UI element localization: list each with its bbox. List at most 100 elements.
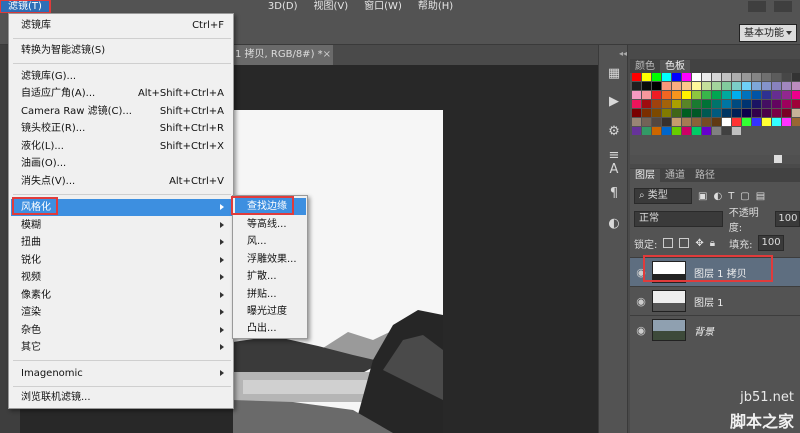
menu-item-blur[interactable]: 模糊 bbox=[11, 217, 232, 234]
color-swatch[interactable] bbox=[692, 82, 701, 90]
submenu-item-extrude[interactable]: 凸出... bbox=[235, 320, 306, 337]
menu-filter[interactable]: 滤镜(T) bbox=[0, 0, 51, 14]
color-swatch[interactable] bbox=[712, 82, 721, 90]
color-swatch[interactable] bbox=[672, 91, 681, 99]
blend-mode-select[interactable]: 正常 bbox=[634, 211, 723, 227]
color-swatch[interactable] bbox=[672, 73, 681, 81]
color-swatch[interactable] bbox=[642, 91, 651, 99]
menu-item-filter-gallery[interactable]: 滤镜库(G)... bbox=[11, 68, 232, 85]
menu-item-camera-raw[interactable]: Camera Raw 滤镜(C)... Shift+Ctrl+A bbox=[11, 103, 232, 120]
color-swatch[interactable] bbox=[762, 109, 771, 117]
adjustment-filter-icon[interactable]: ◐ bbox=[713, 191, 722, 202]
menu-item-video[interactable]: 视频 bbox=[11, 269, 232, 286]
color-swatch[interactable] bbox=[732, 100, 741, 108]
menu-item-lens-correction[interactable]: 镜头校正(R)... Shift+Ctrl+R bbox=[11, 120, 232, 137]
color-swatch[interactable] bbox=[752, 82, 761, 90]
color-swatch[interactable] bbox=[742, 73, 751, 81]
color-swatch[interactable] bbox=[772, 109, 781, 117]
color-swatch[interactable] bbox=[772, 73, 781, 81]
color-swatch[interactable] bbox=[722, 109, 731, 117]
color-swatch[interactable] bbox=[632, 91, 641, 99]
menu-item-sharpen[interactable]: 锐化 bbox=[11, 252, 232, 269]
color-swatch[interactable] bbox=[722, 73, 731, 81]
color-swatch[interactable] bbox=[692, 91, 701, 99]
color-swatch[interactable] bbox=[652, 118, 661, 126]
menu-3d[interactable]: 3D(D) bbox=[260, 0, 306, 13]
color-swatch[interactable] bbox=[722, 100, 731, 108]
color-swatch[interactable] bbox=[662, 73, 671, 81]
color-swatch[interactable] bbox=[702, 109, 711, 117]
color-swatch[interactable] bbox=[732, 82, 741, 90]
fill-input[interactable]: 100 bbox=[758, 235, 785, 251]
color-swatch[interactable] bbox=[732, 118, 741, 126]
color-swatch[interactable] bbox=[732, 73, 741, 81]
color-swatch[interactable] bbox=[662, 109, 671, 117]
color-swatch[interactable] bbox=[672, 109, 681, 117]
color-swatch[interactable] bbox=[692, 127, 701, 135]
color-swatch[interactable] bbox=[712, 109, 721, 117]
color-swatch[interactable] bbox=[752, 100, 761, 108]
tab-channels[interactable]: 通道 bbox=[660, 169, 690, 182]
workspace-select[interactable]: 基本功能 bbox=[739, 24, 797, 42]
color-swatch[interactable] bbox=[632, 127, 641, 135]
color-swatch[interactable] bbox=[732, 127, 741, 135]
properties-icon[interactable]: ⚙ bbox=[603, 121, 625, 141]
character-icon[interactable]: A bbox=[603, 159, 625, 179]
menu-view[interactable]: 视图(V) bbox=[306, 0, 357, 13]
color-swatch[interactable] bbox=[662, 127, 671, 135]
clone-source-icon[interactable]: ◐ bbox=[603, 213, 625, 233]
color-swatch[interactable] bbox=[752, 109, 761, 117]
color-swatch[interactable] bbox=[652, 82, 661, 90]
color-swatch[interactable] bbox=[762, 118, 771, 126]
eye-icon[interactable]: ◉ bbox=[630, 324, 652, 337]
color-swatch[interactable] bbox=[682, 118, 691, 126]
new-swatch-icon[interactable] bbox=[774, 155, 782, 163]
color-swatch[interactable] bbox=[652, 73, 661, 81]
color-swatch[interactable] bbox=[742, 109, 751, 117]
color-swatch[interactable] bbox=[702, 127, 711, 135]
color-swatch[interactable] bbox=[712, 91, 721, 99]
color-swatch[interactable] bbox=[652, 109, 661, 117]
play-icon[interactable]: ▶ bbox=[603, 91, 625, 111]
color-swatch[interactable] bbox=[712, 73, 721, 81]
color-swatch[interactable] bbox=[682, 73, 691, 81]
layer-row[interactable]: ◉ 图层 1 bbox=[630, 286, 800, 315]
color-swatch[interactable] bbox=[682, 82, 691, 90]
color-swatch[interactable] bbox=[692, 73, 701, 81]
color-swatch[interactable] bbox=[792, 100, 800, 108]
menu-item-filter-gallery-last[interactable]: 滤镜库 Ctrl+F bbox=[11, 17, 232, 34]
lock-transparency-icon[interactable] bbox=[663, 238, 674, 248]
color-swatch[interactable] bbox=[712, 127, 721, 135]
color-swatch[interactable] bbox=[652, 100, 661, 108]
tab-paths[interactable]: 路径 bbox=[690, 169, 720, 182]
minimize-button[interactable] bbox=[748, 1, 766, 12]
menu-item-imagenomic[interactable]: Imagenomic bbox=[11, 365, 232, 382]
color-swatch[interactable] bbox=[692, 118, 701, 126]
color-swatch[interactable] bbox=[702, 100, 711, 108]
color-swatch[interactable] bbox=[762, 73, 771, 81]
color-swatch[interactable] bbox=[702, 118, 711, 126]
color-swatch[interactable] bbox=[742, 118, 751, 126]
color-swatch[interactable] bbox=[642, 100, 651, 108]
color-swatch[interactable] bbox=[752, 91, 761, 99]
color-swatch[interactable] bbox=[782, 118, 791, 126]
color-swatch[interactable] bbox=[782, 73, 791, 81]
color-swatch[interactable] bbox=[772, 82, 781, 90]
submenu-item-emboss[interactable]: 浮雕效果... bbox=[235, 251, 306, 268]
color-swatch[interactable] bbox=[792, 118, 800, 126]
menu-item-render[interactable]: 渲染 bbox=[11, 304, 232, 321]
maximize-button[interactable] bbox=[774, 1, 792, 12]
color-swatch[interactable] bbox=[652, 127, 661, 135]
color-swatch[interactable] bbox=[732, 91, 741, 99]
color-swatch[interactable] bbox=[672, 82, 681, 90]
color-swatch[interactable] bbox=[682, 100, 691, 108]
submenu-item-tiles[interactable]: 拼贴... bbox=[235, 286, 306, 303]
menu-item-oil-paint[interactable]: 油画(O)... bbox=[11, 155, 232, 172]
color-swatch[interactable] bbox=[742, 82, 751, 90]
color-swatch[interactable] bbox=[632, 109, 641, 117]
color-swatch[interactable] bbox=[782, 82, 791, 90]
lock-pixels-icon[interactable] bbox=[679, 238, 690, 248]
opacity-input[interactable]: 100 bbox=[775, 211, 800, 227]
color-swatch[interactable] bbox=[682, 109, 691, 117]
color-swatch[interactable] bbox=[722, 82, 731, 90]
